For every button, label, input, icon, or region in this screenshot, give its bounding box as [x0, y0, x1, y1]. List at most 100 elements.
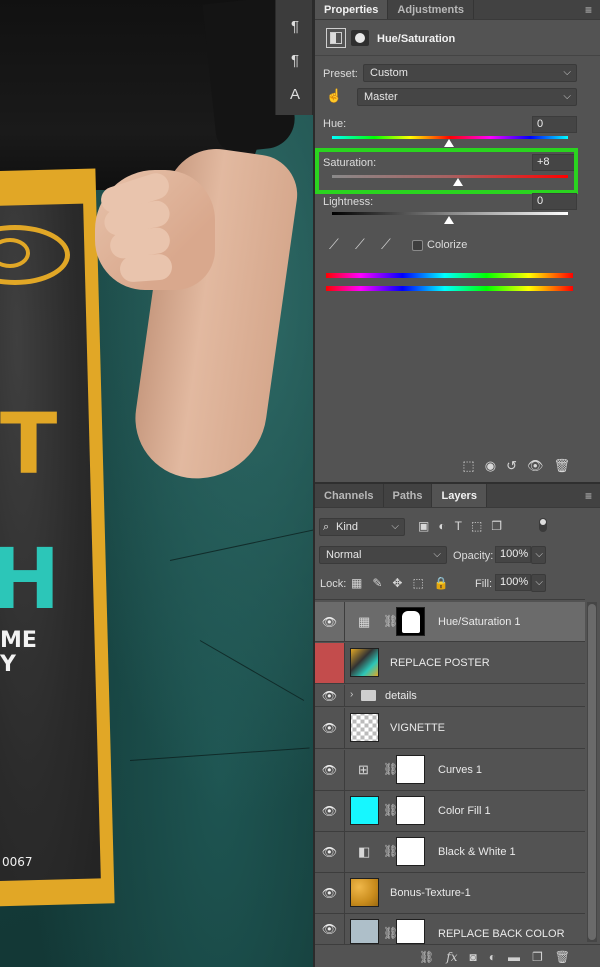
new-adjustment-icon[interactable]: ◐ [489, 950, 496, 964]
filter-pixel-icon[interactable]: ▣ [418, 519, 429, 533]
lightness-slider-thumb[interactable] [444, 216, 454, 224]
layer-row-hue-saturation[interactable]: 👁 ▦ ⛓ Hue/Saturation 1 [315, 602, 585, 642]
layer-row-curves[interactable]: 👁 ⊞ ⛓ Curves 1 [315, 750, 585, 791]
clip-to-layer-icon[interactable]: ⬚ [462, 458, 474, 474]
colorize-checkbox[interactable] [412, 240, 423, 251]
visibility-eye-icon[interactable]: 👁 [315, 873, 345, 913]
filter-adjustment-icon[interactable]: ◐ [438, 519, 445, 533]
hue-slider-thumb[interactable] [444, 139, 454, 147]
filter-type-icon[interactable]: T [455, 519, 462, 533]
mask-icon[interactable] [351, 30, 369, 46]
hue-input[interactable]: 0 [532, 116, 577, 133]
visibility-eye-icon[interactable]: 👁 [315, 602, 345, 641]
fill-dropdown[interactable]: ⌵ [531, 574, 546, 592]
tab-paths[interactable]: Paths [384, 484, 433, 507]
layers-panel: Channels Paths Layers ≡ ⌕ Kind ⌵ ▣ ◐ T ⬚… [315, 482, 600, 967]
opacity-dropdown[interactable]: ⌵ [531, 546, 546, 564]
link-layers-icon[interactable]: ⛓ [419, 950, 434, 964]
lock-position-icon[interactable]: ✥ [392, 576, 402, 590]
layer-row-details-group[interactable]: 👁 › details [315, 685, 585, 707]
layer-filter-icons: ▣ ◐ T ⬚ ❐ [418, 519, 502, 533]
lock-image-icon[interactable]: ✎ [372, 576, 382, 590]
preset-select[interactable]: Custom ⌵ [363, 64, 577, 82]
eyedropper-add-icon[interactable]: ⟋ [355, 236, 365, 253]
lightness-input[interactable]: 0 [532, 193, 577, 210]
chevron-down-icon: ⌵ [433, 549, 441, 560]
new-group-icon[interactable]: ▬ [508, 950, 520, 964]
visibility-toggle[interactable] [315, 643, 345, 683]
filter-shape-icon[interactable]: ⬚ [471, 519, 482, 533]
lock-transparent-icon[interactable]: ▦ [351, 576, 362, 590]
opacity-input[interactable]: 100% [495, 546, 531, 563]
targeted-adjustment-hand-icon[interactable]: ☝ [326, 88, 342, 104]
layer-row-replace-poster[interactable]: REPLACE POSTER [315, 643, 585, 684]
saturation-highlight-box [315, 148, 578, 194]
poster-word: ME [0, 628, 37, 653]
eyedropper-subtract-icon[interactable]: ⟋ [381, 236, 391, 253]
preset-value: Custom [370, 67, 408, 79]
hue-saturation-adjustment-icon: ▦ [358, 614, 371, 629]
lightness-label: Lightness: [323, 196, 374, 208]
eyedropper-icon[interactable]: ⟋ [329, 236, 339, 253]
character-style-icon[interactable]: A [276, 80, 314, 108]
visibility-eye-icon[interactable]: 👁 [315, 685, 345, 706]
layer-thumbnail [350, 648, 379, 677]
layer-row-black-white[interactable]: 👁 ◧ ⛓ Black & White 1 [315, 832, 585, 873]
trash-icon[interactable]: 🗑 [555, 950, 570, 964]
layer-mask-thumbnail[interactable] [396, 607, 425, 636]
tab-adjustments[interactable]: Adjustments [388, 0, 475, 19]
layer-row-bonus-texture[interactable]: 👁 Bonus-Texture-1 [315, 873, 585, 914]
visibility-eye-icon[interactable]: 👁 [527, 458, 544, 474]
view-previous-state-icon[interactable]: ◉ [485, 458, 496, 474]
layer-mask-thumbnail[interactable] [396, 796, 425, 825]
visibility-eye-icon[interactable]: 👁 [315, 750, 345, 790]
tab-channels[interactable]: Channels [315, 484, 384, 507]
filter-toggle[interactable] [539, 518, 547, 532]
wall-crack [199, 640, 305, 701]
layer-name: Hue/Saturation 1 [438, 616, 521, 628]
layer-row-vignette[interactable]: 👁 VIGNETTE [315, 708, 585, 749]
layer-filter-select[interactable]: ⌕ Kind ⌵ [319, 518, 405, 536]
layer-mask-thumbnail[interactable] [396, 755, 425, 784]
fx-icon[interactable]: fx [446, 950, 457, 964]
layer-mask-thumbnail[interactable] [396, 919, 425, 944]
paragraph-icon[interactable]: ¶ [276, 12, 314, 40]
visibility-eye-icon[interactable]: 👁 [315, 914, 345, 944]
blend-mode-select[interactable]: Normal ⌵ [319, 546, 447, 564]
reset-icon[interactable]: ↺ [506, 458, 517, 474]
channel-select[interactable]: Master ⌵ [357, 88, 577, 106]
properties-panel: Properties Adjustments ≡ Hue/Saturation … [315, 0, 600, 478]
fill-color-thumbnail[interactable] [350, 796, 379, 825]
chevron-right-icon[interactable]: › [350, 689, 353, 700]
fill-input[interactable]: 100% [495, 574, 531, 591]
fill-color-thumbnail[interactable] [350, 919, 379, 944]
layers-tabs: Channels Paths Layers ≡ [315, 484, 600, 508]
layer-row-color-fill[interactable]: 👁 ⛓ Color Fill 1 [315, 791, 585, 832]
lock-artboard-icon[interactable]: ⬚ [412, 576, 423, 590]
document-canvas[interactable]: T H ME Y 0067 [0, 0, 314, 967]
fill-label: Fill: [475, 578, 493, 590]
filter-smart-object-icon[interactable]: ❐ [491, 519, 502, 533]
layers-scrollbar[interactable] [587, 602, 597, 942]
add-mask-icon[interactable]: ◙ [470, 950, 477, 964]
wall-crack [169, 526, 314, 561]
wall-crack [129, 747, 310, 761]
layer-row-replace-back-color[interactable]: 👁 ⛓ REPLACE BACK COLOR [315, 914, 585, 944]
panel-menu-icon[interactable]: ≡ [585, 3, 592, 17]
visibility-eye-icon[interactable]: 👁 [315, 708, 345, 748]
panel-menu-icon[interactable]: ≡ [585, 489, 592, 503]
visibility-eye-icon[interactable]: 👁 [315, 791, 345, 831]
adjustment-layer-icon [326, 28, 346, 48]
new-layer-icon[interactable]: ❐ [532, 950, 543, 964]
scrollbar-thumb[interactable] [588, 604, 596, 940]
visibility-eye-icon[interactable]: 👁 [315, 832, 345, 872]
trash-icon[interactable]: 🗑 [553, 458, 570, 474]
lock-all-icon[interactable]: 🔒 [434, 576, 449, 590]
lightness-slider-track[interactable] [332, 212, 568, 215]
paragraph-style-icon[interactable]: ¶ [276, 46, 314, 74]
chevron-down-icon: ⌵ [535, 549, 543, 560]
tab-properties[interactable]: Properties [315, 0, 389, 19]
tab-layers[interactable]: Layers [432, 484, 487, 507]
layer-mask-thumbnail[interactable] [396, 837, 425, 866]
chevron-down-icon: ⌵ [535, 577, 543, 588]
